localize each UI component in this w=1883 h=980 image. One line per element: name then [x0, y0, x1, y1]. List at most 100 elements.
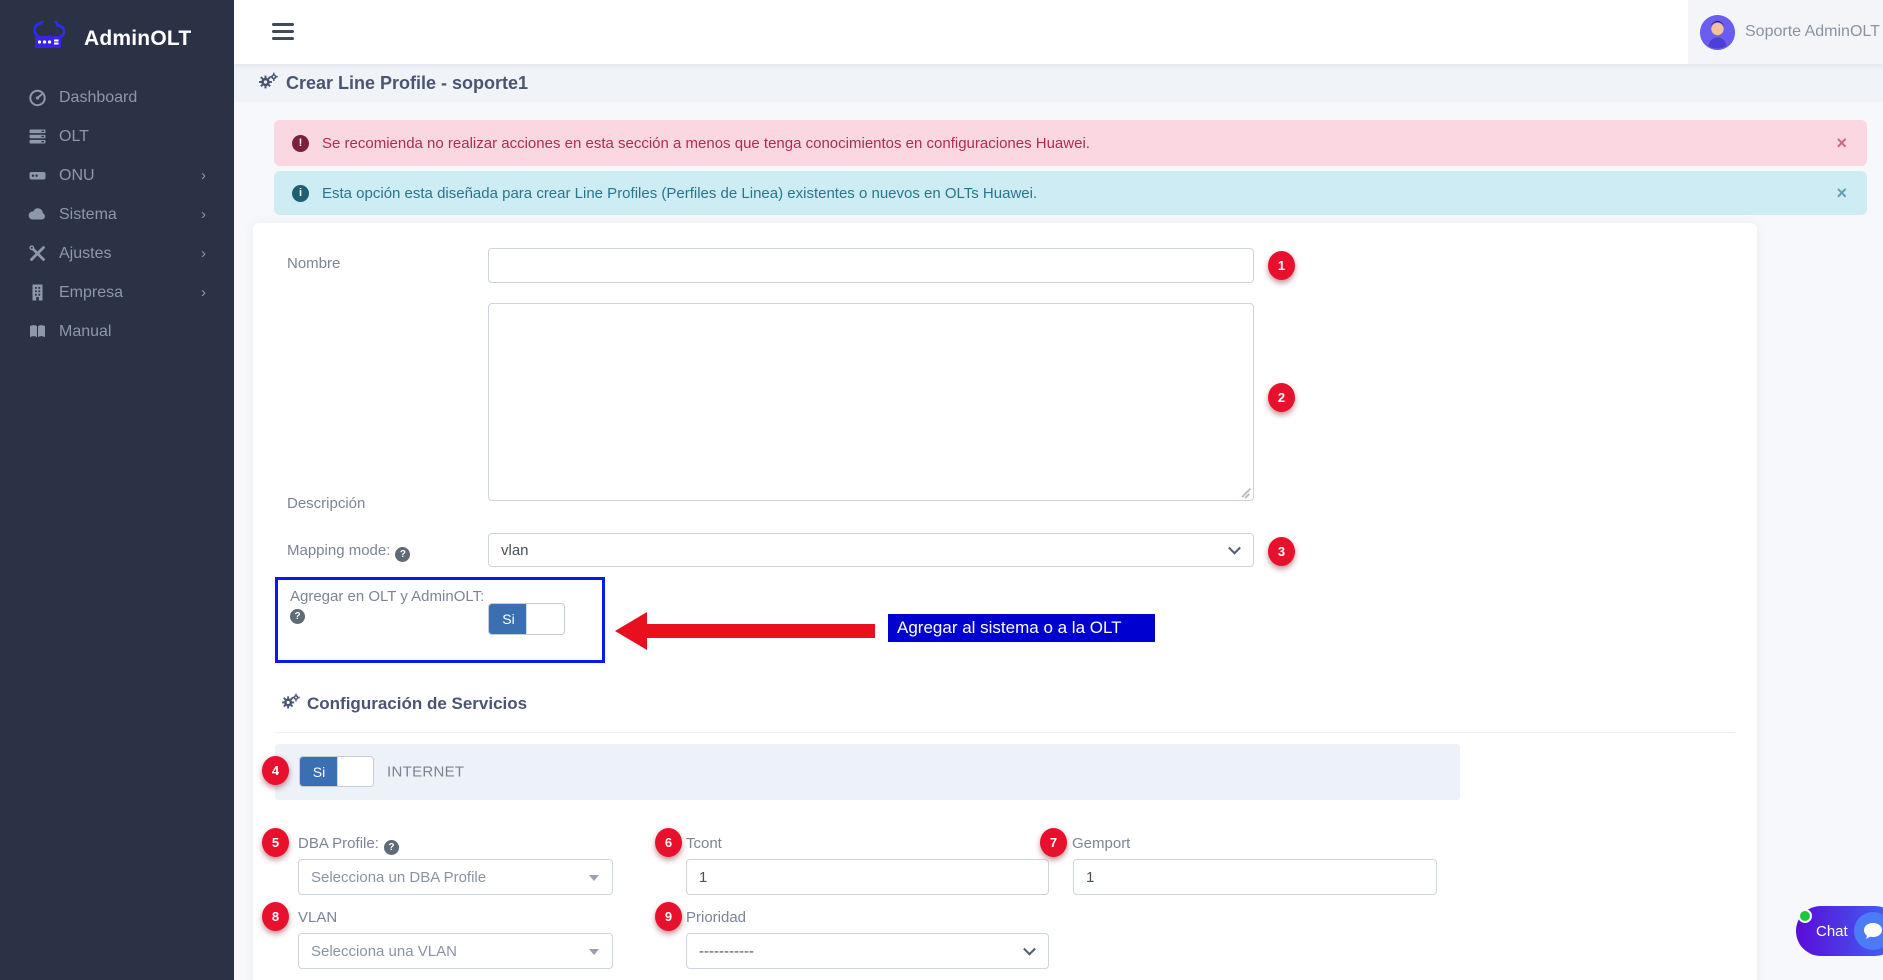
cloud-switch-logo-icon — [28, 21, 74, 58]
toggle-handle[interactable] — [526, 604, 564, 634]
help-icon[interactable]: ? — [395, 547, 410, 562]
services-heading-text: Configuración de Servicios — [307, 694, 527, 714]
step-badge-5: 5 — [262, 828, 289, 857]
gauge-icon — [27, 88, 47, 108]
annotation-label: Agregar al sistema o a la OLT — [888, 614, 1155, 642]
gemport-label: Gemport — [1072, 835, 1130, 852]
server-icon — [27, 127, 47, 147]
vlan-select[interactable]: Selecciona una VLAN — [298, 933, 613, 969]
descripcion-label: Descripción — [287, 495, 365, 512]
device-icon — [27, 166, 47, 186]
step-badge-1: 1 — [1268, 251, 1295, 280]
chat-bubble-icon — [1854, 912, 1883, 950]
building-icon — [27, 283, 47, 303]
sidebar-item-empresa[interactable]: Empresa › — [0, 273, 234, 312]
step-badge-8: 8 — [262, 902, 289, 931]
nombre-label: Nombre — [287, 255, 340, 272]
tools-icon — [27, 244, 47, 264]
info-circle-icon: i — [292, 185, 309, 202]
prioridad-value: ----------- — [699, 943, 754, 960]
tcont-input[interactable] — [686, 859, 1049, 895]
sidebar-item-manual[interactable]: Manual — [0, 312, 234, 351]
menu-toggle-icon[interactable] — [272, 23, 294, 40]
chevron-right-icon: › — [201, 284, 206, 301]
caret-down-icon — [589, 875, 599, 881]
dba-profile-label: DBA Profile:? — [298, 835, 399, 855]
alert-info: i Esta opción esta diseñada para crear L… — [274, 171, 1867, 215]
services-heading: Configuración de Servicios — [281, 693, 527, 715]
step-badge-2: 2 — [1268, 383, 1295, 412]
chevron-down-icon — [1228, 542, 1241, 555]
sidebar-item-label: ONU — [59, 167, 95, 185]
chevron-right-icon: › — [201, 167, 206, 184]
cloud-icon — [27, 205, 47, 225]
brand-name: AdminOLT — [84, 27, 191, 51]
user-menu[interactable]: Soporte AdminOLT — [1688, 0, 1883, 64]
sidebar: AdminOLT Dashboard OLT ONU › — [0, 0, 234, 980]
gemport-input[interactable] — [1073, 859, 1437, 895]
book-icon — [27, 322, 47, 342]
content: ! Se recomienda no realizar acciones en … — [234, 102, 1883, 980]
sidebar-item-label: Empresa — [59, 284, 123, 302]
sidebar-item-label: Sistema — [59, 206, 117, 224]
dba-profile-select[interactable]: Selecciona un DBA Profile — [298, 859, 613, 895]
close-icon[interactable]: × — [1836, 183, 1847, 204]
dba-profile-placeholder: Selecciona un DBA Profile — [311, 869, 486, 886]
step-badge-6: 6 — [655, 828, 682, 857]
chevron-right-icon: › — [201, 206, 206, 223]
resize-handle-icon[interactable] — [1241, 488, 1252, 499]
agregar-label: Agregar en OLT y AdminOLT: — [290, 588, 484, 605]
alert-info-text: Esta opción esta diseñada para crear Lin… — [322, 185, 1037, 202]
user-name: Soporte AdminOLT — [1745, 23, 1880, 41]
form-card: Nombre 1 Descripción 2 Mapping mode:? vl… — [253, 223, 1757, 980]
sidebar-item-label: Ajustes — [59, 245, 111, 263]
sidebar-item-onu[interactable]: ONU › — [0, 156, 234, 195]
toggle-handle[interactable] — [337, 757, 373, 786]
topbar: Soporte AdminOLT — [234, 0, 1883, 64]
sidebar-item-dashboard[interactable]: Dashboard — [0, 78, 234, 117]
sidebar-item-ajustes[interactable]: Ajustes › — [0, 234, 234, 273]
vlan-placeholder: Selecciona una VLAN — [311, 943, 457, 960]
page: AdminOLT Dashboard OLT ONU › — [0, 0, 1883, 980]
toggle-on-label: Si — [489, 604, 528, 634]
step-badge-4: 4 — [262, 756, 289, 785]
prioridad-label: Prioridad — [686, 909, 746, 926]
sidebar-nav: Dashboard OLT ONU › Sistema › — [0, 78, 234, 351]
chat-button[interactable]: Chat — [1796, 906, 1883, 956]
mapping-mode-label: Mapping mode:? — [287, 542, 410, 562]
agregar-toggle[interactable]: Si — [488, 603, 565, 635]
exclamation-circle-icon: ! — [292, 135, 309, 152]
prioridad-select[interactable]: ----------- — [686, 933, 1049, 969]
help-icon[interactable]: ? — [384, 840, 399, 855]
online-status-dot — [1798, 909, 1812, 923]
sidebar-item-label: Manual — [59, 323, 111, 341]
page-title-bar: Crear Line Profile - soporte1 — [234, 64, 1883, 102]
chat-label: Chat — [1816, 923, 1848, 940]
step-badge-3: 3 — [1268, 537, 1295, 566]
descripcion-textarea[interactable] — [488, 303, 1254, 501]
internet-service-row: Si INTERNET — [275, 744, 1460, 800]
close-icon[interactable]: × — [1836, 133, 1847, 154]
mapping-mode-value: vlan — [501, 542, 529, 559]
alert-danger: ! Se recomienda no realizar acciones en … — [274, 120, 1867, 166]
agregar-highlight-box: Agregar en OLT y AdminOLT: ? Si — [275, 577, 605, 663]
brand-logo[interactable]: AdminOLT — [0, 0, 234, 64]
help-icon[interactable]: ? — [290, 609, 305, 624]
mapping-mode-select[interactable]: vlan — [488, 533, 1254, 567]
sidebar-item-label: Dashboard — [59, 89, 137, 107]
alert-danger-text: Se recomienda no realizar acciones en es… — [322, 135, 1090, 152]
internet-label: INTERNET — [387, 764, 464, 781]
step-badge-9: 9 — [655, 902, 682, 931]
sidebar-item-sistema[interactable]: Sistema › — [0, 195, 234, 234]
caret-down-icon — [589, 949, 599, 955]
sidebar-item-olt[interactable]: OLT — [0, 117, 234, 156]
divider — [275, 732, 1735, 733]
tcont-label: Tcont — [686, 835, 722, 852]
internet-toggle[interactable]: Si — [299, 756, 374, 787]
nombre-input[interactable] — [488, 248, 1254, 283]
toggle-on-label: Si — [300, 757, 338, 786]
avatar — [1700, 15, 1735, 50]
page-title: Crear Line Profile - soporte1 — [286, 73, 528, 94]
chevron-right-icon: › — [201, 245, 206, 262]
chevron-down-icon — [1023, 943, 1036, 956]
